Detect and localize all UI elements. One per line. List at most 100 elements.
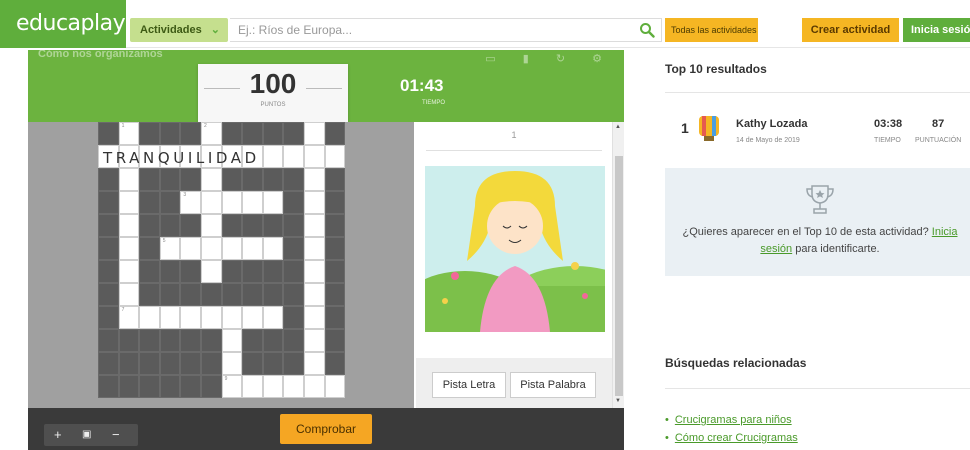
search-icon[interactable] (639, 22, 655, 38)
crossword-blank-cell (262, 260, 284, 283)
crossword-cell[interactable] (304, 283, 325, 306)
login-link-2[interactable]: sesión (760, 243, 792, 255)
crossword-cell[interactable] (118, 237, 140, 260)
crossword-cell[interactable] (221, 237, 243, 260)
crossword-cell[interactable] (159, 306, 181, 329)
crossword-cell[interactable] (201, 306, 222, 329)
rank-number: 1 (681, 120, 689, 136)
crossword-blank-cell (98, 191, 119, 214)
check-button[interactable]: Comprobar (280, 414, 372, 444)
crossword-cell[interactable] (304, 260, 325, 283)
crossword-cell[interactable]: 9 (221, 375, 243, 398)
logo-text[interactable]: educaplay (16, 11, 126, 36)
login-link[interactable]: Inicia (932, 226, 958, 238)
divider (665, 388, 970, 389)
crossword-blank-cell (324, 283, 346, 306)
crossword-blank-cell (180, 260, 201, 283)
crossword-cell[interactable] (201, 168, 222, 191)
crossword-cell[interactable] (262, 145, 284, 168)
crossword-cell[interactable] (262, 237, 284, 260)
crossword-cell[interactable] (262, 375, 284, 398)
header-controls[interactable]: ▭ ▮ ↻ ⚙ (485, 52, 614, 65)
rank-time: 03:38 (874, 118, 903, 130)
scroll-down-icon[interactable]: ▼ (615, 398, 621, 404)
crossword-cell[interactable] (180, 237, 201, 260)
activities-dropdown[interactable]: Actividades ⌄ (130, 18, 228, 42)
crossword-cell[interactable] (118, 260, 140, 283)
crossword-cell[interactable]: 5 (159, 237, 181, 260)
crossword-cell[interactable] (304, 168, 325, 191)
time-label: TIEMPO (422, 100, 446, 106)
crossword-cell[interactable] (304, 375, 325, 398)
crossword-blank-cell (201, 283, 222, 306)
crossword-cell[interactable] (221, 352, 243, 375)
logo[interactable]: educaplay (0, 0, 126, 48)
crossword-cell[interactable] (304, 214, 325, 237)
clue-illustration (425, 166, 605, 332)
rank-user-name[interactable]: Kathy Lozada (736, 118, 808, 130)
crossword-blank-cell (262, 122, 284, 145)
crossword-cell[interactable] (304, 306, 325, 329)
crossword-cell[interactable] (221, 306, 243, 329)
crossword-cell[interactable] (201, 191, 222, 214)
scroll-up-icon[interactable]: ▲ (615, 124, 621, 130)
create-activity-button[interactable]: Crear actividad (802, 18, 899, 42)
crossword-blank-cell (159, 329, 181, 352)
crossword-cell[interactable] (242, 306, 263, 329)
crossword-blank-cell (139, 191, 160, 214)
crossword-cell[interactable] (262, 306, 284, 329)
crossword-cell[interactable]: 3 (180, 191, 201, 214)
crossword-cell[interactable]: 7 (118, 306, 140, 329)
crossword-cell[interactable]: 1 (118, 122, 140, 145)
related-link[interactable]: • Cómo crear Crucigramas (665, 432, 798, 444)
crossword-cell[interactable] (324, 145, 346, 168)
crossword-cell[interactable] (118, 283, 140, 306)
crossword-cell[interactable] (262, 191, 284, 214)
crossword-blank-cell (324, 237, 346, 260)
related-link[interactable]: • Crucigramas para niños (665, 414, 792, 426)
crossword-cell[interactable] (304, 145, 325, 168)
crossword-cell[interactable] (304, 352, 325, 375)
all-activities-button[interactable]: Todas las actividades (665, 18, 758, 42)
crossword-cell[interactable] (221, 191, 243, 214)
crossword-cell[interactable] (139, 306, 160, 329)
crossword-cell[interactable] (201, 237, 222, 260)
crossword-cell[interactable] (118, 214, 140, 237)
crossword-blank-cell (180, 122, 201, 145)
crossword-blank-cell (139, 122, 160, 145)
crossword-cell[interactable] (118, 191, 140, 214)
crossword-blank-cell (283, 306, 304, 329)
crossword-blank-cell (201, 352, 222, 375)
crossword-blank-cell (324, 352, 346, 375)
points-label: PUNTOS (260, 102, 286, 108)
login-button[interactable]: Inicia sesión (903, 18, 970, 42)
crossword-cell[interactable] (221, 329, 243, 352)
clue-scrollbar[interactable]: ▲ ▼ (612, 122, 624, 408)
hint-letter-button[interactable]: Pista Letra (432, 372, 506, 398)
crossword-cell[interactable]: 2 (201, 122, 222, 145)
crossword-cell[interactable] (180, 306, 201, 329)
crossword-cell[interactable] (118, 168, 140, 191)
crossword-cell[interactable] (304, 329, 325, 352)
crossword-blank-cell (139, 329, 160, 352)
crossword-cell[interactable] (283, 145, 304, 168)
clue-number: 1 (511, 130, 517, 140)
search-input[interactable] (238, 22, 618, 38)
crossword-blank-cell (159, 214, 181, 237)
crossword-cell[interactable] (242, 375, 263, 398)
crossword-cell[interactable] (304, 122, 325, 145)
crossword-cell[interactable] (201, 214, 222, 237)
hint-word-button[interactable]: Pista Palabra (510, 372, 596, 398)
search-bar (230, 18, 662, 42)
crossword-cell[interactable] (304, 191, 325, 214)
crossword-cell[interactable] (324, 375, 346, 398)
crossword-cell[interactable] (242, 237, 263, 260)
zoom-in-button[interactable]: + (54, 427, 62, 442)
zoom-out-button[interactable]: − (112, 427, 120, 442)
crossword-cell[interactable] (201, 260, 222, 283)
crossword-cell[interactable] (283, 375, 304, 398)
scroll-thumb[interactable] (615, 156, 623, 396)
zoom-fit-button[interactable]: ▣ (82, 429, 91, 440)
crossword-cell[interactable] (242, 191, 263, 214)
crossword-cell[interactable] (304, 237, 325, 260)
